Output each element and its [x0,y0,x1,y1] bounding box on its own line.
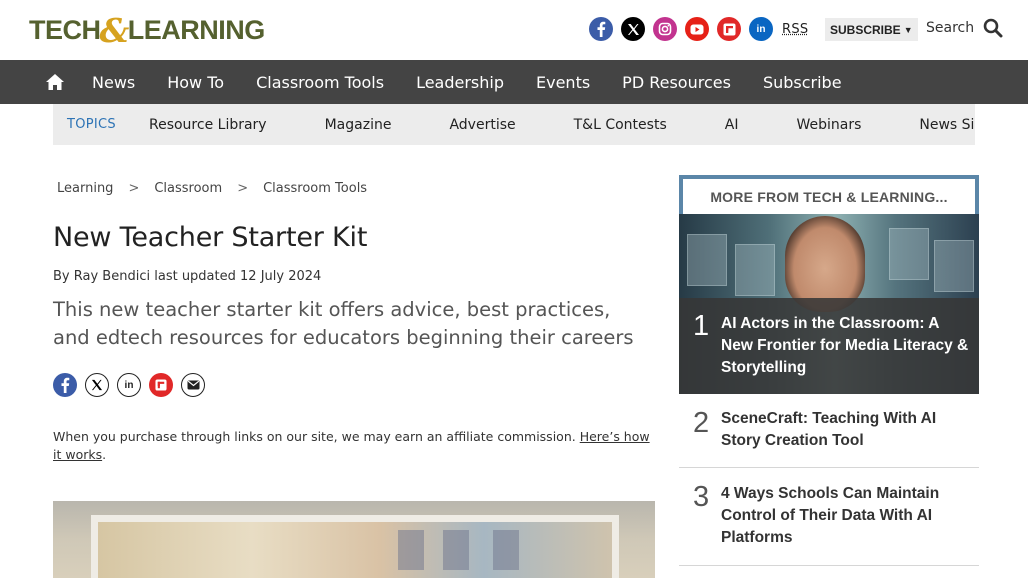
topic-tl-contests[interactable]: T&L Contests [574,117,667,133]
breadcrumb-separator: > [237,181,249,196]
sidebar-item-title[interactable]: AI Actors in the Classroom: A New Fronti… [721,313,969,379]
sidebar-list-item[interactable]: 3 4 Ways Schools Can Maintain Control of… [679,468,979,566]
article-title: New Teacher Starter Kit [53,222,368,253]
nav-events[interactable]: Events [520,73,606,92]
subscribe-dropdown[interactable]: SUBSCRIBE ▼ [825,18,918,41]
topic-ai[interactable]: AI [725,117,739,133]
rss-link[interactable]: RSS [782,22,808,37]
disclosure-end: . [102,447,107,462]
topics-bar: TOPICS Resource Library Magazine Adverti… [53,104,975,145]
nav-subscribe[interactable]: Subscribe [747,73,858,92]
logo-text-tech: TECH [29,14,101,45]
breadcrumb-classroom-tools[interactable]: Classroom Tools [263,181,367,196]
home-icon[interactable] [34,73,76,91]
nav-classroom-tools[interactable]: Classroom Tools [240,73,400,92]
x-twitter-icon[interactable] [621,17,645,41]
more-from-heading: MORE FROM TECH & LEARNING... [679,175,979,214]
sidebar-list-item[interactable]: 2 SceneCraft: Teaching With AI Story Cre… [679,394,979,468]
main-nav: News How To Classroom Tools Leadership E… [0,60,1028,104]
topic-webinars[interactable]: Webinars [796,117,861,133]
nav-news[interactable]: News [76,73,151,92]
feature-image-tile [934,240,974,292]
nav-leadership[interactable]: Leadership [400,73,520,92]
site-header: TECH & LEARNING in RSS SUBSCRIBE ▼ Search [0,0,1028,60]
topic-resource-library[interactable]: Resource Library [149,117,267,133]
article-standfirst: This new teacher starter kit offers advi… [53,298,634,349]
instagram-icon[interactable] [653,17,677,41]
sidebar-feature-item[interactable]: 1 AI Actors in the Classroom: A New Fron… [679,214,979,394]
breadcrumb-classroom[interactable]: Classroom [154,181,222,196]
share-bar: in [53,373,213,397]
hero-image [53,501,655,578]
hero-image-window [91,515,619,578]
share-facebook-icon[interactable] [53,373,77,397]
sidebar-item-title[interactable]: SceneCraft: Teaching With AI Story Creat… [721,408,969,452]
feature-image-tile [687,234,727,286]
linkedin-icon[interactable]: in [749,17,773,41]
share-linkedin-icon[interactable]: in [117,373,141,397]
updated-label: last updated [154,269,236,284]
share-email-icon[interactable] [181,373,205,397]
rank-number: 3 [693,481,710,513]
facebook-icon[interactable] [589,17,613,41]
breadcrumb: Learning > Classroom > Classroom Tools [57,181,367,196]
subscribe-label: SUBSCRIBE [830,22,901,37]
topic-news-signup[interactable]: News Sig [919,117,975,133]
feature-caption: 1 AI Actors in the Classroom: A New Fron… [679,298,979,394]
search-icon [983,18,1003,38]
nav-how-to[interactable]: How To [151,73,240,92]
hero-image-detail [443,530,469,570]
logo-ampersand: & [99,10,130,50]
social-links: in RSS [589,17,828,41]
youtube-icon[interactable] [685,17,709,41]
logo-text-learning: LEARNING [127,14,266,45]
topics-label: TOPICS [67,117,116,132]
search-button[interactable]: Search [926,18,1003,38]
share-x-icon[interactable] [85,373,109,397]
sidebar-item-title[interactable]: 4 Ways Schools Can Maintain Control of T… [721,483,969,549]
updated-date: 12 July 2024 [240,269,322,284]
rank-number: 2 [693,407,710,439]
rank-number: 1 [693,310,710,342]
caret-down-icon: ▼ [903,24,913,35]
topic-magazine[interactable]: Magazine [325,117,392,133]
hero-image-detail [398,530,424,570]
disclosure-text: When you purchase through links on our s… [53,429,576,444]
nav-pd-resources[interactable]: PD Resources [606,73,747,92]
affiliate-disclosure: When you purchase through links on our s… [53,428,653,464]
byline: By Ray Bendici last updated 12 July 2024 [53,269,321,284]
hero-image-detail [493,530,519,570]
flipboard-icon[interactable] [717,17,741,41]
share-flipboard-icon[interactable] [149,373,173,397]
feature-image-tile [735,244,775,296]
site-logo[interactable]: TECH & LEARNING [29,10,266,50]
author-link[interactable]: Ray Bendici [74,269,150,284]
breadcrumb-learning[interactable]: Learning [57,181,113,196]
search-label: Search [926,20,975,36]
feature-image-tile [889,228,929,280]
breadcrumb-separator: > [128,181,140,196]
byline-prefix: By [53,269,70,284]
topic-advertise[interactable]: Advertise [449,117,515,133]
more-from-widget: MORE FROM TECH & LEARNING... 1 AI Actors… [679,175,979,566]
